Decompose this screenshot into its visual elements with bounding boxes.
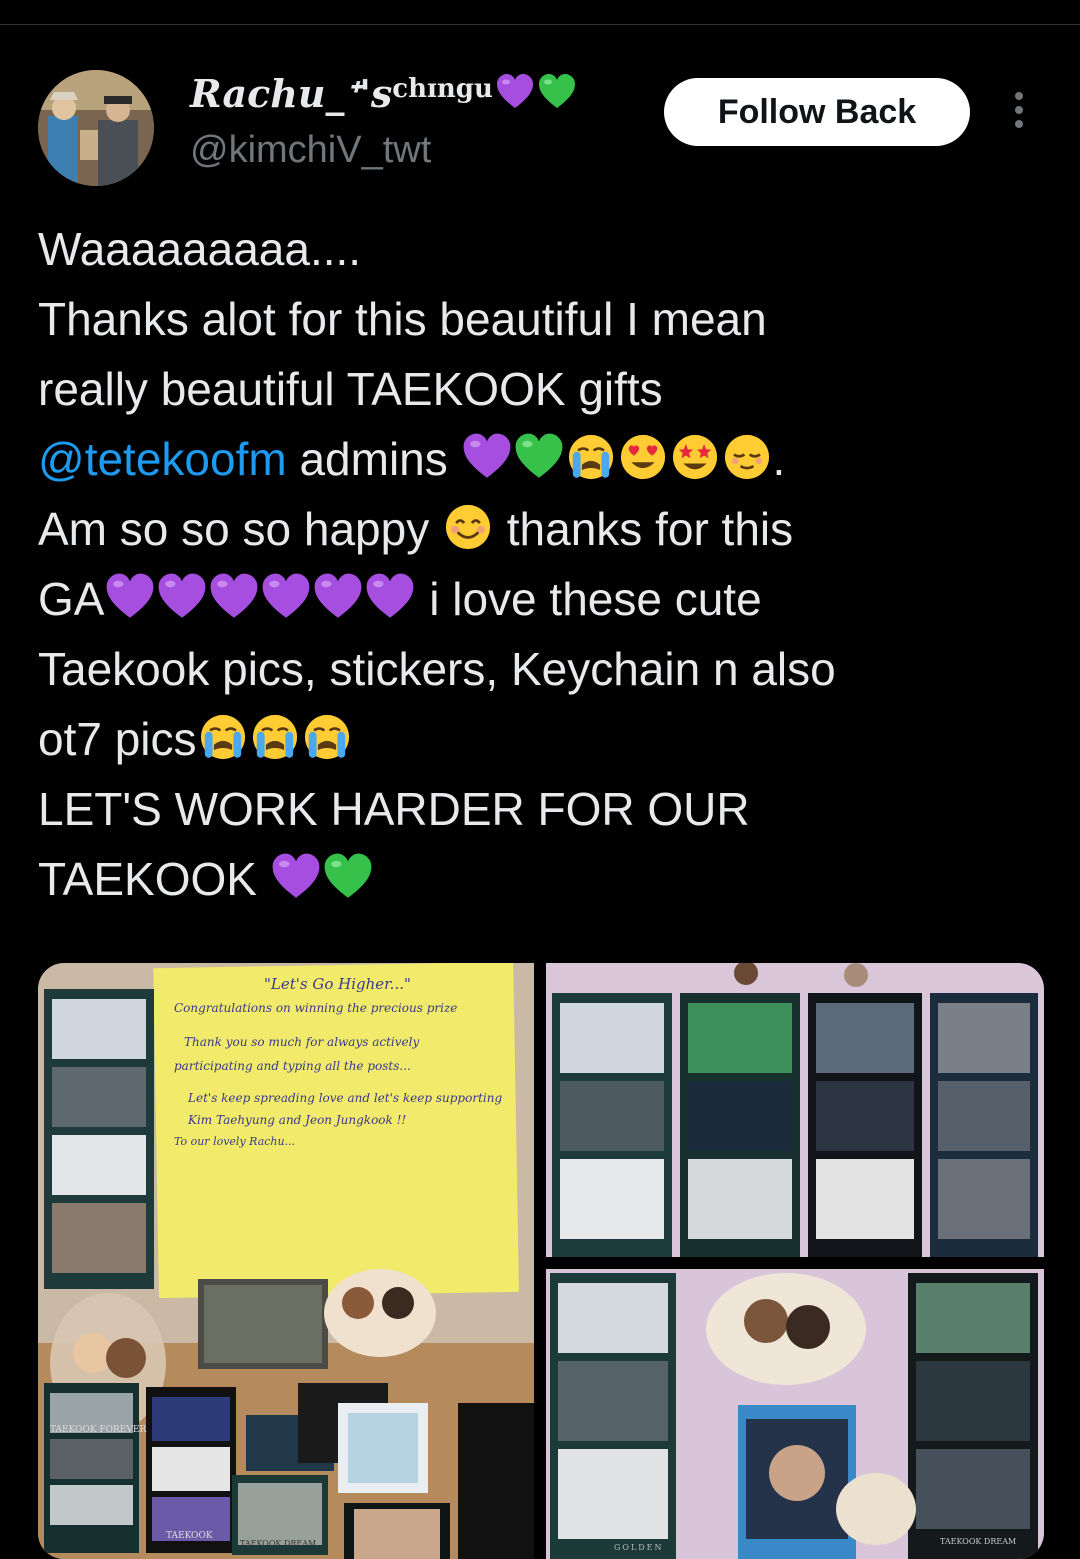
tweet-line: Taekook pics, stickers, Keychain n also xyxy=(38,643,836,695)
gift-photo-note xyxy=(38,963,534,1559)
tweet-line: Waaaaaaaaa.... xyxy=(38,223,362,275)
purple-heart-icon xyxy=(364,571,416,623)
green-heart-icon xyxy=(322,851,374,903)
avatar-photo xyxy=(38,70,154,186)
smiling-face-icon xyxy=(442,501,494,553)
crying-face-icon xyxy=(249,711,301,763)
purple-heart-icon xyxy=(270,851,322,903)
note-line: Thank you so much for always actively xyxy=(184,1035,420,1049)
green-heart-icon xyxy=(513,431,565,483)
tweet-line: Am so so so happy thanks for this xyxy=(38,494,1048,564)
purple-heart-icon xyxy=(461,431,513,483)
purple-heart-icon xyxy=(495,72,535,112)
media-photo-2[interactable] xyxy=(546,963,1044,1257)
tweet-line: ot7 pics xyxy=(38,704,1048,774)
tweet-line: @tetekoofm admins . xyxy=(38,431,786,485)
media-photo-1[interactable]: "Let's Go Higher..." Congratulations on … xyxy=(38,963,534,1559)
star-struck-icon xyxy=(669,431,721,483)
purple-heart-icon xyxy=(156,571,208,623)
tweet-line-text: i love these cute xyxy=(416,573,762,625)
tweet-line-text: thanks for this xyxy=(493,503,794,555)
tweet-line-text: Am so so so happy xyxy=(38,503,442,555)
note-title: "Let's Go Higher..." xyxy=(264,975,411,993)
note-line: To our lovely Rachu... xyxy=(174,1135,296,1148)
relieved-face-icon xyxy=(721,431,773,483)
heart-eyes-icon xyxy=(617,431,669,483)
media-grid: "Let's Go Higher..." Congratulations on … xyxy=(38,963,1044,1559)
tweet-line: LET'S WORK HARDER FOR OUR xyxy=(38,783,750,835)
tweet-text: Waaaaaaaaa.... Thanks alot for this beau… xyxy=(38,214,1048,914)
card-label: TAEKOOK xyxy=(166,1531,213,1541)
gift-photo-keychain xyxy=(546,1269,1044,1559)
card-label: TAEKOOK DREAM xyxy=(940,1537,1017,1546)
display-name[interactable]: Rachu_ᕀ'schɪngu xyxy=(190,70,577,123)
note-line: Let's keep spreading love and let's keep… xyxy=(188,1091,503,1105)
tweet-line-text: GA xyxy=(38,573,105,625)
note-line: Congratulations on winning the precious … xyxy=(174,1001,458,1015)
purple-heart-icon xyxy=(260,571,312,623)
tweet-line: TAEKOOK xyxy=(38,844,1048,914)
purple-heart-icon xyxy=(208,571,260,623)
card-label: TAEKOOK FOREVER xyxy=(50,1425,147,1435)
follow-back-button[interactable]: Follow Back xyxy=(664,78,970,146)
tweet-line-text: ot7 pics xyxy=(38,713,197,765)
top-divider xyxy=(0,24,1080,25)
green-heart-icon xyxy=(537,72,577,112)
note-line: Kim Taehyung and Jeon Jungkook !! xyxy=(188,1113,407,1127)
media-photo-3[interactable]: GOLDEN TAEKOOK DREAM xyxy=(546,1269,1044,1559)
display-name-symbol: ᕀ's xyxy=(344,71,393,116)
tweet-line: Thanks alot for this beautiful I mean xyxy=(38,293,767,345)
crying-face-icon xyxy=(197,711,249,763)
crying-face-icon xyxy=(301,711,353,763)
card-label: TAEKOOK DREAM xyxy=(240,1539,317,1548)
more-options-icon[interactable] xyxy=(1004,92,1034,134)
purple-heart-icon xyxy=(312,571,364,623)
display-name-sup: chɪngu xyxy=(392,74,493,104)
tweet-line: really beautiful TAEKOOK gifts xyxy=(38,363,663,415)
tweet-line-text: admins xyxy=(286,433,461,485)
tweet-line: GA i love these cute xyxy=(38,564,1048,634)
tweet-line-text: TAEKOOK xyxy=(38,853,270,905)
mention-link[interactable]: @tetekoofm xyxy=(38,433,287,485)
avatar[interactable] xyxy=(38,70,154,186)
gift-photo-strips xyxy=(546,963,1044,1257)
user-handle[interactable]: @kimchiV_twt xyxy=(190,126,431,174)
note-line: participating and typing all the posts..… xyxy=(174,1059,411,1073)
crying-face-icon xyxy=(565,431,617,483)
card-label: GOLDEN xyxy=(614,1543,664,1552)
display-name-text: Rachu_ xyxy=(190,71,345,116)
purple-heart-icon xyxy=(104,571,156,623)
